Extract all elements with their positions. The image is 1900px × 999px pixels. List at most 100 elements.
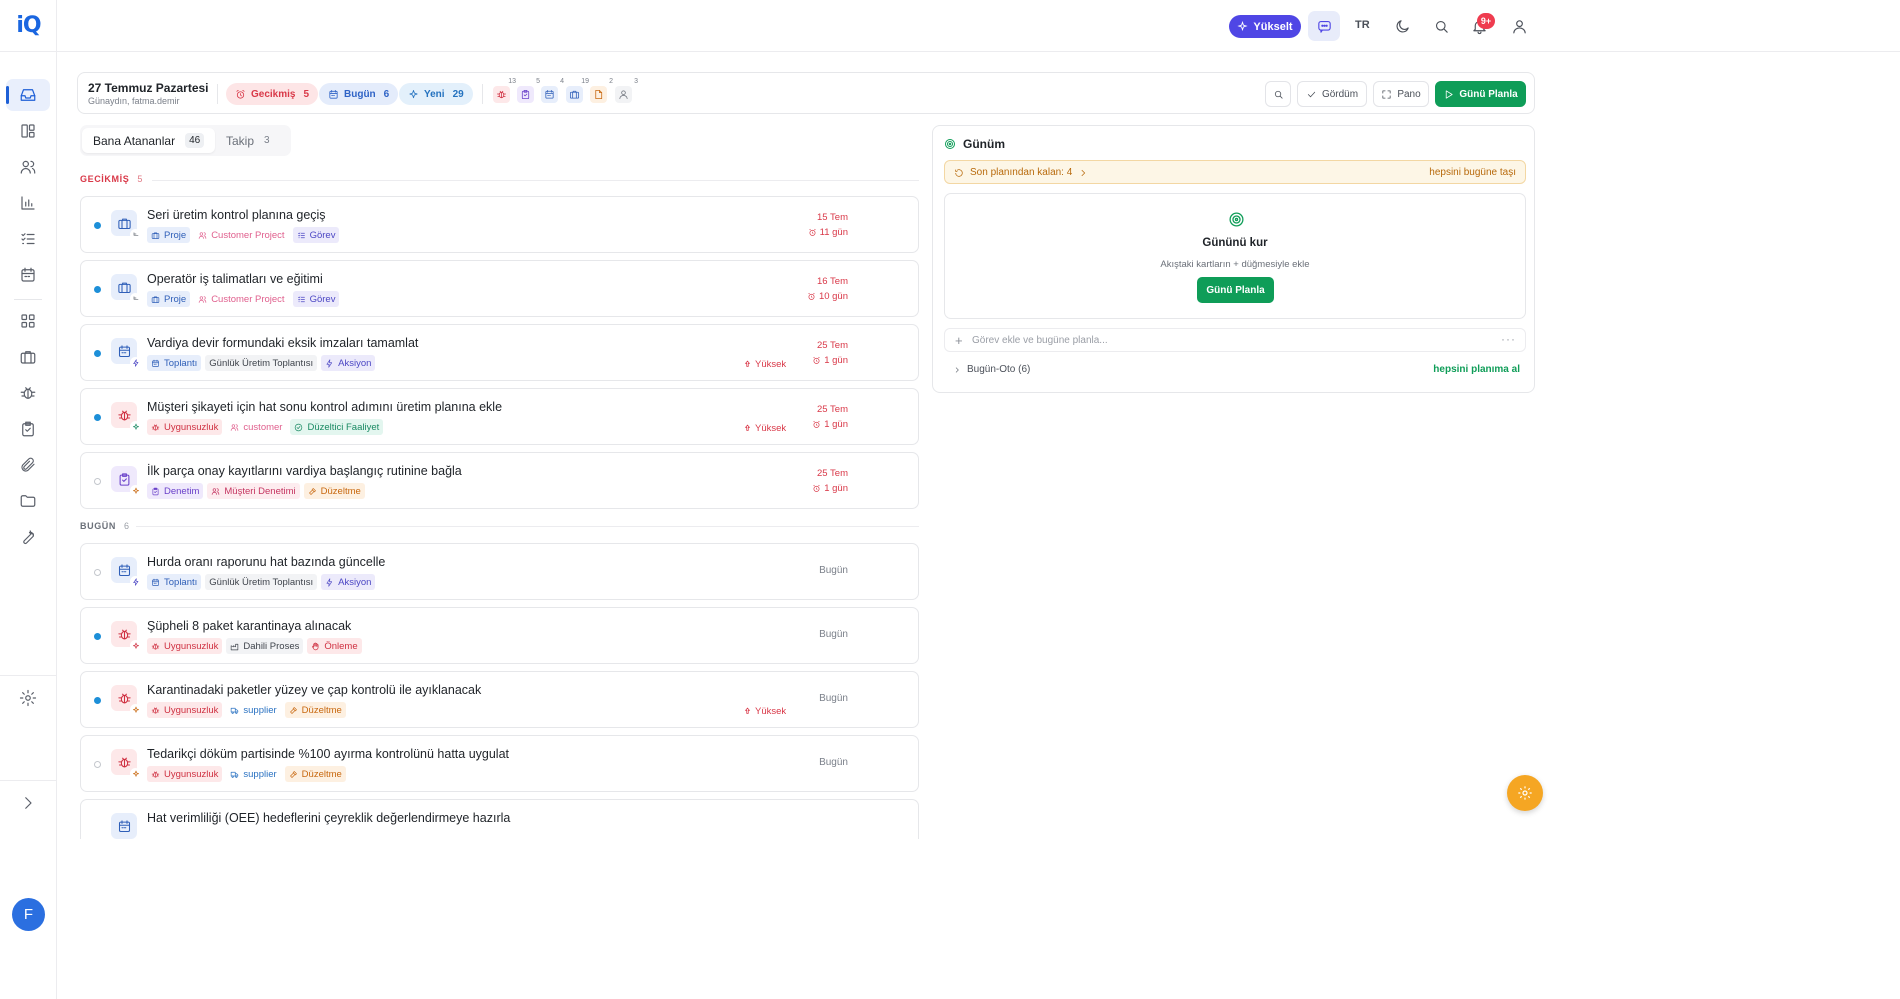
seen-button[interactable]: Gördüm	[1297, 81, 1367, 107]
kind-tag: Aksiyon	[321, 574, 376, 590]
plan-day-button[interactable]: Günü Planla	[1435, 81, 1526, 107]
briefcase-icon	[569, 89, 580, 100]
factory-icon	[230, 642, 239, 651]
type-filter-meeting[interactable]: 4	[541, 78, 564, 103]
bug-icon	[117, 408, 132, 423]
source-tag: customer	[226, 419, 287, 435]
action-icon	[130, 576, 141, 587]
add-task-input[interactable]: + Görev ekle ve bugüne planla... ···	[944, 328, 1526, 352]
user-icon	[1511, 18, 1528, 35]
avatar[interactable]: F	[12, 898, 45, 931]
tab-assigned-to-me[interactable]: Bana Atananlar 46	[82, 128, 216, 153]
language-switch[interactable]: TR	[1355, 19, 1370, 31]
setup-title: Gününü kur	[1202, 237, 1268, 249]
due-label: Bugün	[819, 693, 848, 704]
new-filter-pill[interactable]: Yeni 29	[399, 83, 473, 105]
sidebar-item-audits[interactable]	[6, 413, 50, 445]
due-label: Bugün	[819, 629, 848, 640]
sparkle-icon	[1237, 21, 1248, 32]
move-all-to-today-link[interactable]: hepsini bugüne taşı	[1429, 167, 1516, 178]
wrench-icon	[19, 528, 37, 546]
clipboard-icon	[117, 472, 132, 487]
play-icon	[1443, 89, 1454, 100]
chevron-right-icon	[953, 366, 961, 374]
task-card[interactable]: İlk parça onay kayıtlarını vardiya başla…	[80, 452, 919, 509]
kind-tag: Düzeltici Faaliyet	[290, 419, 384, 435]
chat-button[interactable]	[1308, 11, 1340, 41]
due-date: 25 Tem 1 gün	[812, 466, 848, 496]
carryover-banner: Son planından kalan: 4 hepsini bugüne ta…	[944, 160, 1526, 184]
checklist-icon	[19, 230, 37, 248]
carryover-toggle[interactable]: Son planından kalan: 4	[954, 167, 1088, 178]
type-filter-person[interactable]: 3	[615, 78, 638, 103]
theme-toggle-button[interactable]	[1386, 11, 1418, 41]
gear-icon	[19, 689, 37, 707]
floating-settings-button[interactable]	[1507, 775, 1543, 811]
sidebar-item-projects[interactable]	[6, 341, 50, 373]
task-card[interactable]: Müşteri şikayeti için hat sonu kontrol a…	[80, 388, 919, 445]
sidebar-divider	[0, 780, 57, 781]
task-card[interactable]: Karantinadaki paketler yüzey ve çap kont…	[80, 671, 919, 728]
source-tag: Günlük Üretim Toplantısı	[205, 355, 318, 371]
source-tag: supplier	[226, 766, 281, 782]
sidebar-item-settings[interactable]	[6, 682, 50, 714]
type-tag: Uygunsuzluk	[147, 638, 223, 654]
overdue-filter-pill[interactable]: Gecikmiş 5	[226, 83, 319, 105]
calendar-icon	[117, 819, 132, 834]
calendar-icon	[117, 563, 132, 578]
profile-button[interactable]	[1503, 11, 1535, 41]
overdue-section-header: GECİKMİŞ 5	[80, 174, 143, 184]
sidebar-item-attachments[interactable]	[6, 449, 50, 481]
type-filter-document[interactable]: 2	[590, 78, 613, 103]
more-options-icon[interactable]: ···	[1501, 332, 1516, 346]
task-title: Müşteri şikayeti için hat sonu kontrol a…	[147, 400, 503, 414]
due-date: 25 Tem 1 gün	[812, 338, 848, 368]
nonconformity-type-icon	[111, 685, 141, 715]
sidebar-item-users[interactable]	[6, 151, 50, 183]
global-search-button[interactable]	[1425, 11, 1457, 41]
sidebar-item-modules[interactable]	[6, 305, 50, 337]
type-filter-project[interactable]: 19	[566, 78, 589, 103]
sidebar-item-nonconformities[interactable]	[6, 377, 50, 409]
alarm-clock-icon	[235, 89, 246, 100]
sidebar-item-dashboard[interactable]	[6, 115, 50, 147]
calendar-icon	[151, 359, 160, 368]
my-day-title: Günüm	[944, 137, 1005, 151]
sidebar-item-tasks[interactable]	[6, 223, 50, 255]
task-card[interactable]: Tedarikçi döküm partisinde %100 ayırma k…	[80, 735, 919, 792]
sidebar-item-documents[interactable]	[6, 485, 50, 517]
sidebar-item-calendar[interactable]	[6, 259, 50, 291]
tab-following[interactable]: Takip 3	[215, 128, 281, 153]
auto-today-toggle[interactable]: Bugün-Oto (6)	[953, 364, 1030, 375]
fix-icon	[130, 485, 141, 496]
sidebar-item-inbox[interactable]	[6, 79, 50, 111]
task-card[interactable]: Hat verimliliği (OEE) hedeflerini çeyrek…	[80, 799, 919, 839]
task-card[interactable]: Vardiya devir formundaki eksik imzaları …	[80, 324, 919, 381]
type-filter-nonconformity[interactable]: 13	[493, 78, 516, 103]
plus-icon: +	[955, 333, 963, 348]
task-card[interactable]: Hurda oranı raporunu hat bazında güncell…	[80, 543, 919, 600]
task-card[interactable]: Şüpheli 8 paket karantinaya alınacak Uyg…	[80, 607, 919, 664]
app-logo[interactable]: iQ	[0, 0, 57, 52]
sidebar-expand-button[interactable]	[6, 787, 50, 819]
add-all-to-plan-link[interactable]: hepsini planıma al	[1433, 364, 1520, 375]
setup-plan-day-button[interactable]: Günü Planla	[1197, 277, 1274, 303]
corrective-icon	[130, 421, 141, 432]
type-filter-audit[interactable]: 5	[517, 78, 540, 103]
sidebar-item-tools[interactable]	[6, 521, 50, 553]
sidebar-divider	[0, 675, 57, 676]
upgrade-button[interactable]: Yükselt	[1229, 15, 1301, 38]
search-button[interactable]	[1265, 81, 1291, 107]
task-card[interactable]: Seri üretim kontrol planına geçiş Proje …	[80, 196, 919, 253]
sidebar-item-reports[interactable]	[6, 187, 50, 219]
task-title: Operatör iş talimatları ve eğitimi	[147, 272, 323, 286]
today-filter-pill[interactable]: Bugün 6	[319, 83, 399, 105]
board-button[interactable]: Pano	[1373, 81, 1429, 107]
task-title: Hurda oranı raporunu hat bazında güncell…	[147, 555, 386, 569]
task-card[interactable]: Operatör iş talimatları ve eğitimi Proje…	[80, 260, 919, 317]
assignment-tabs: Bana Atananlar 46 Takip 3	[80, 125, 291, 156]
type-tag: Denetim	[147, 483, 204, 499]
bug-icon	[117, 755, 132, 770]
unread-indicator	[94, 286, 101, 293]
clipboard-icon	[19, 420, 37, 438]
